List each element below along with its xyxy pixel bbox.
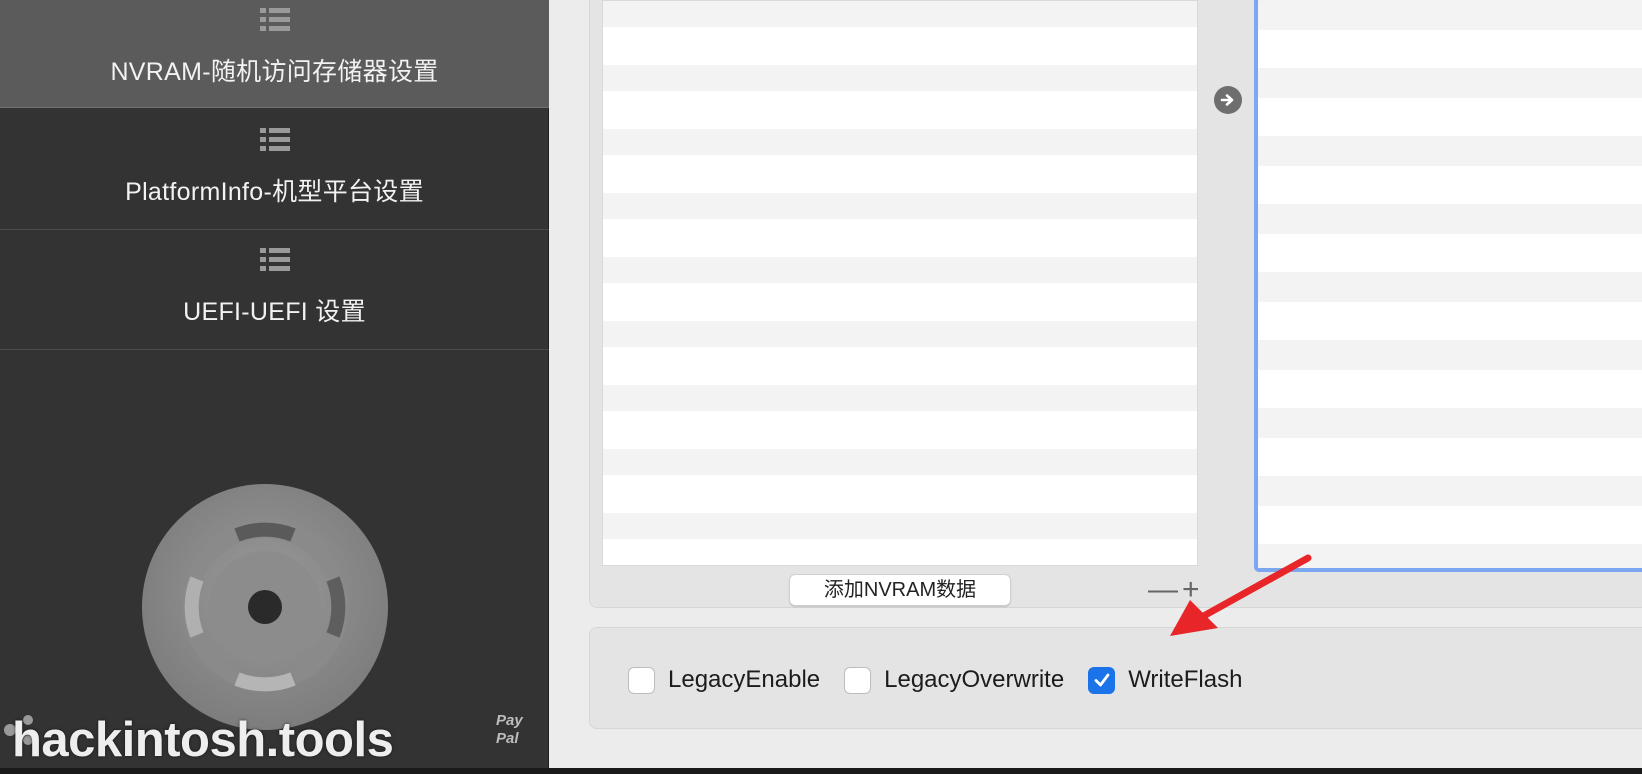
nvram-value-table[interactable] (1254, 0, 1642, 572)
nvram-key-table[interactable] (602, 0, 1198, 566)
arrow-right-circle-icon (1220, 94, 1234, 106)
list-icon (259, 8, 290, 31)
list-icon (259, 128, 290, 151)
sidebar-item-nvram[interactable]: NVRAM-随机访问存储器设置 (0, 0, 549, 108)
checkbox-label: LegacyEnable (668, 666, 821, 693)
brand-watermark: hackintosh.tools (12, 713, 394, 767)
sidebar: NVRAM-随机访问存储器设置 PlatformInfo-机型平台设置 UEFI… (0, 0, 549, 774)
sidebar-item-label: NVRAM-随机访问存储器设置 (110, 58, 439, 86)
sidebar-item-label: PlatformInfo-机型平台设置 (125, 178, 424, 206)
checkmark-icon (1094, 673, 1110, 687)
move-right-button[interactable] (1214, 86, 1242, 114)
disc-logo-icon (142, 484, 388, 730)
legacyenable-checkbox[interactable]: LegacyEnable (628, 666, 820, 694)
legacyoverwrite-checkbox[interactable]: LegacyOverwrite (844, 666, 1064, 694)
checkbox-label: WriteFlash (1128, 666, 1243, 693)
checkbox-box[interactable] (1088, 666, 1116, 694)
add-nvram-button[interactable]: 添加NVRAM数据 (789, 574, 1011, 606)
options-checkboxes: LegacyEnable LegacyOverwrite WriteFlash (628, 666, 1266, 694)
writeflash-checkbox[interactable]: WriteFlash (1088, 666, 1242, 694)
annotation-arrow-icon (1170, 554, 1312, 636)
paypal-logo[interactable]: Pay Pal (496, 712, 532, 748)
sidebar-item-platforminfo[interactable]: PlatformInfo-机型平台设置 (0, 112, 549, 230)
list-icon (259, 248, 290, 271)
checkbox-box[interactable] (844, 666, 872, 694)
sidebar-item-label: UEFI-UEFI 设置 (183, 298, 366, 326)
bottom-edge (0, 768, 1642, 774)
checkbox-box[interactable] (628, 666, 655, 694)
sidebar-item-uefi[interactable]: UEFI-UEFI 设置 (0, 232, 549, 350)
checkbox-label: LegacyOverwrite (884, 666, 1065, 693)
app-window: NVRAM-随机访问存储器设置 PlatformInfo-机型平台设置 UEFI… (0, 0, 1642, 774)
